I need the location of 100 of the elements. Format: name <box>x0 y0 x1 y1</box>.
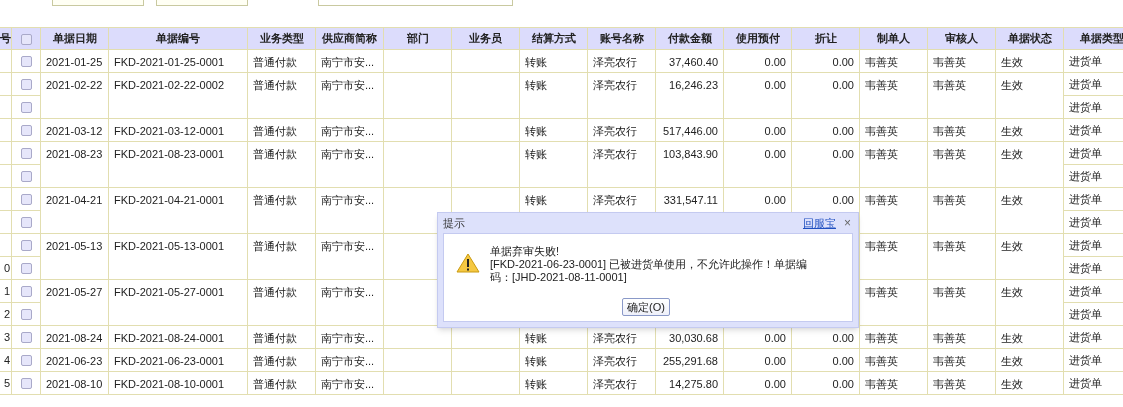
checkbox[interactable] <box>20 263 32 275</box>
table-cell: 南宁市安... <box>321 332 375 344</box>
table-cell: 0.00 <box>764 125 786 137</box>
column-header[interactable]: 部门 <box>383 27 452 50</box>
table-cell: 南宁市安... <box>321 378 375 390</box>
column-header[interactable]: 单据类型 <box>1063 27 1123 50</box>
checkbox[interactable] <box>20 355 32 367</box>
table-cell: FKD-2021-03-12-0001 <box>114 125 225 137</box>
table-cell: 0.00 <box>764 378 786 390</box>
column-header[interactable]: 账号名称 <box>587 27 656 50</box>
table-cell: 泽亮农行 <box>593 79 637 91</box>
table-cell: 30,030.68 <box>669 332 718 344</box>
table-cell: 南宁市安... <box>321 125 375 137</box>
table-cell: 南宁市安... <box>321 286 375 298</box>
table-cell: 普通付款 <box>253 79 297 91</box>
table-cell: 2021-04-21 <box>46 194 103 206</box>
column-header[interactable]: 供应商简称 <box>315 27 384 50</box>
table-cell: 转账 <box>525 355 547 367</box>
column-header[interactable]: 使用预付 <box>723 27 792 50</box>
table-cell: 37,460.40 <box>669 56 718 68</box>
checkbox[interactable] <box>20 79 32 91</box>
column-header[interactable]: 单据状态 <box>995 27 1064 50</box>
ok-button[interactable]: 确定(O) <box>622 298 670 316</box>
table-cell: 普通付款 <box>253 194 297 206</box>
table-cell: 331,547.11 <box>663 194 718 206</box>
column-header[interactable]: 审核人 <box>927 27 996 50</box>
table-cell: 南宁市安... <box>321 240 375 252</box>
dialog-title: 提示 <box>443 215 465 231</box>
table-cell: 进货单 <box>1069 123 1102 136</box>
checkbox[interactable] <box>20 309 32 321</box>
table-cell: 2021-02-22 <box>46 79 103 91</box>
checkbox[interactable] <box>20 102 32 114</box>
table-cell: 南宁市安... <box>321 148 375 160</box>
column-header[interactable]: 业务类型 <box>247 27 316 50</box>
table-cell: 韦善英 <box>933 194 966 206</box>
table-cell: 255,291.68 <box>662 355 718 367</box>
table-cell: 2021-03-12 <box>46 125 103 137</box>
table-cell: 0.00 <box>764 148 786 160</box>
checkbox[interactable] <box>20 171 32 183</box>
column-header[interactable]: 折让 <box>791 27 860 50</box>
table-cell: 韦善英 <box>865 332 898 344</box>
checkbox[interactable] <box>20 56 32 68</box>
checkbox[interactable] <box>20 240 32 252</box>
table-cell: 2021-05-27 <box>46 286 103 298</box>
checkbox[interactable] <box>20 125 32 137</box>
table-cell: 泽亮农行 <box>593 355 637 367</box>
table-cell: 2021-08-23 <box>46 148 103 160</box>
table-cell: 转账 <box>525 79 547 91</box>
column-header[interactable]: 号 <box>0 27 12 50</box>
column-header[interactable]: 付款金额 <box>655 27 724 50</box>
column-header[interactable]: 单据编号 <box>108 27 248 50</box>
column-header[interactable]: 结算方式 <box>519 27 588 50</box>
table-cell: 进货单 <box>1069 330 1102 343</box>
table-cell: 2021-08-10 <box>46 378 103 390</box>
table-cell: 南宁市安... <box>321 355 375 367</box>
table-cell: 2021-05-13 <box>46 240 103 252</box>
table-cell: FKD-2021-08-23-0001 <box>114 148 225 160</box>
table-cell: 2021-08-24 <box>46 332 103 344</box>
checkbox[interactable] <box>20 194 32 206</box>
table-cell: FKD-2021-05-13-0001 <box>114 240 225 252</box>
table-cell: 进货单 <box>1069 146 1102 159</box>
table-cell: 南宁市安... <box>321 194 375 206</box>
table-cell: 生效 <box>1001 286 1023 298</box>
table-cell: 进货单 <box>1069 77 1102 90</box>
table-cell: 转账 <box>525 378 547 390</box>
table-cell: 韦善英 <box>933 378 966 390</box>
help-link[interactable]: 回服宝 <box>803 214 836 232</box>
checkbox[interactable] <box>20 332 32 344</box>
table-cell: FKD-2021-02-22-0002 <box>114 79 225 91</box>
table-cell: 生效 <box>1001 240 1023 252</box>
checkbox[interactable] <box>20 148 32 160</box>
table-cell: 韦善英 <box>933 286 966 298</box>
table-cell: 韦善英 <box>933 332 966 344</box>
table-cell: 韦善英 <box>865 355 898 367</box>
table-cell: 2021-01-25 <box>46 56 103 68</box>
table-cell: 生效 <box>1001 56 1023 68</box>
column-header[interactable]: 制单人 <box>859 27 928 50</box>
table-cell: 生效 <box>1001 332 1023 344</box>
table-cell: 0.00 <box>832 194 854 206</box>
table-cell: 0.00 <box>764 355 786 367</box>
table-cell: 14,275.80 <box>669 378 718 390</box>
checkbox[interactable] <box>20 33 32 45</box>
table-cell: 普通付款 <box>253 56 297 68</box>
table-cell: 0.00 <box>832 56 854 68</box>
table-cell: 0.00 <box>832 125 854 137</box>
table-cell: 生效 <box>1001 148 1023 160</box>
column-header[interactable]: 业务员 <box>451 27 520 50</box>
table-cell: 进货单 <box>1069 192 1102 205</box>
close-button[interactable]: × <box>842 217 853 229</box>
table-cell: 进货单 <box>1069 100 1102 113</box>
checkbox[interactable] <box>20 217 32 229</box>
table-cell: 普通付款 <box>253 378 297 390</box>
table-cell: 进货单 <box>1069 169 1102 182</box>
checkbox[interactable] <box>20 378 32 390</box>
checkbox[interactable] <box>20 286 32 298</box>
column-header[interactable]: 单据日期 <box>40 27 109 50</box>
table-cell: 韦善英 <box>933 355 966 367</box>
table-cell: 0.00 <box>832 378 854 390</box>
message-title: 单据弃审失败! <box>490 245 561 258</box>
table-cell: FKD-2021-04-21-0001 <box>114 194 225 206</box>
